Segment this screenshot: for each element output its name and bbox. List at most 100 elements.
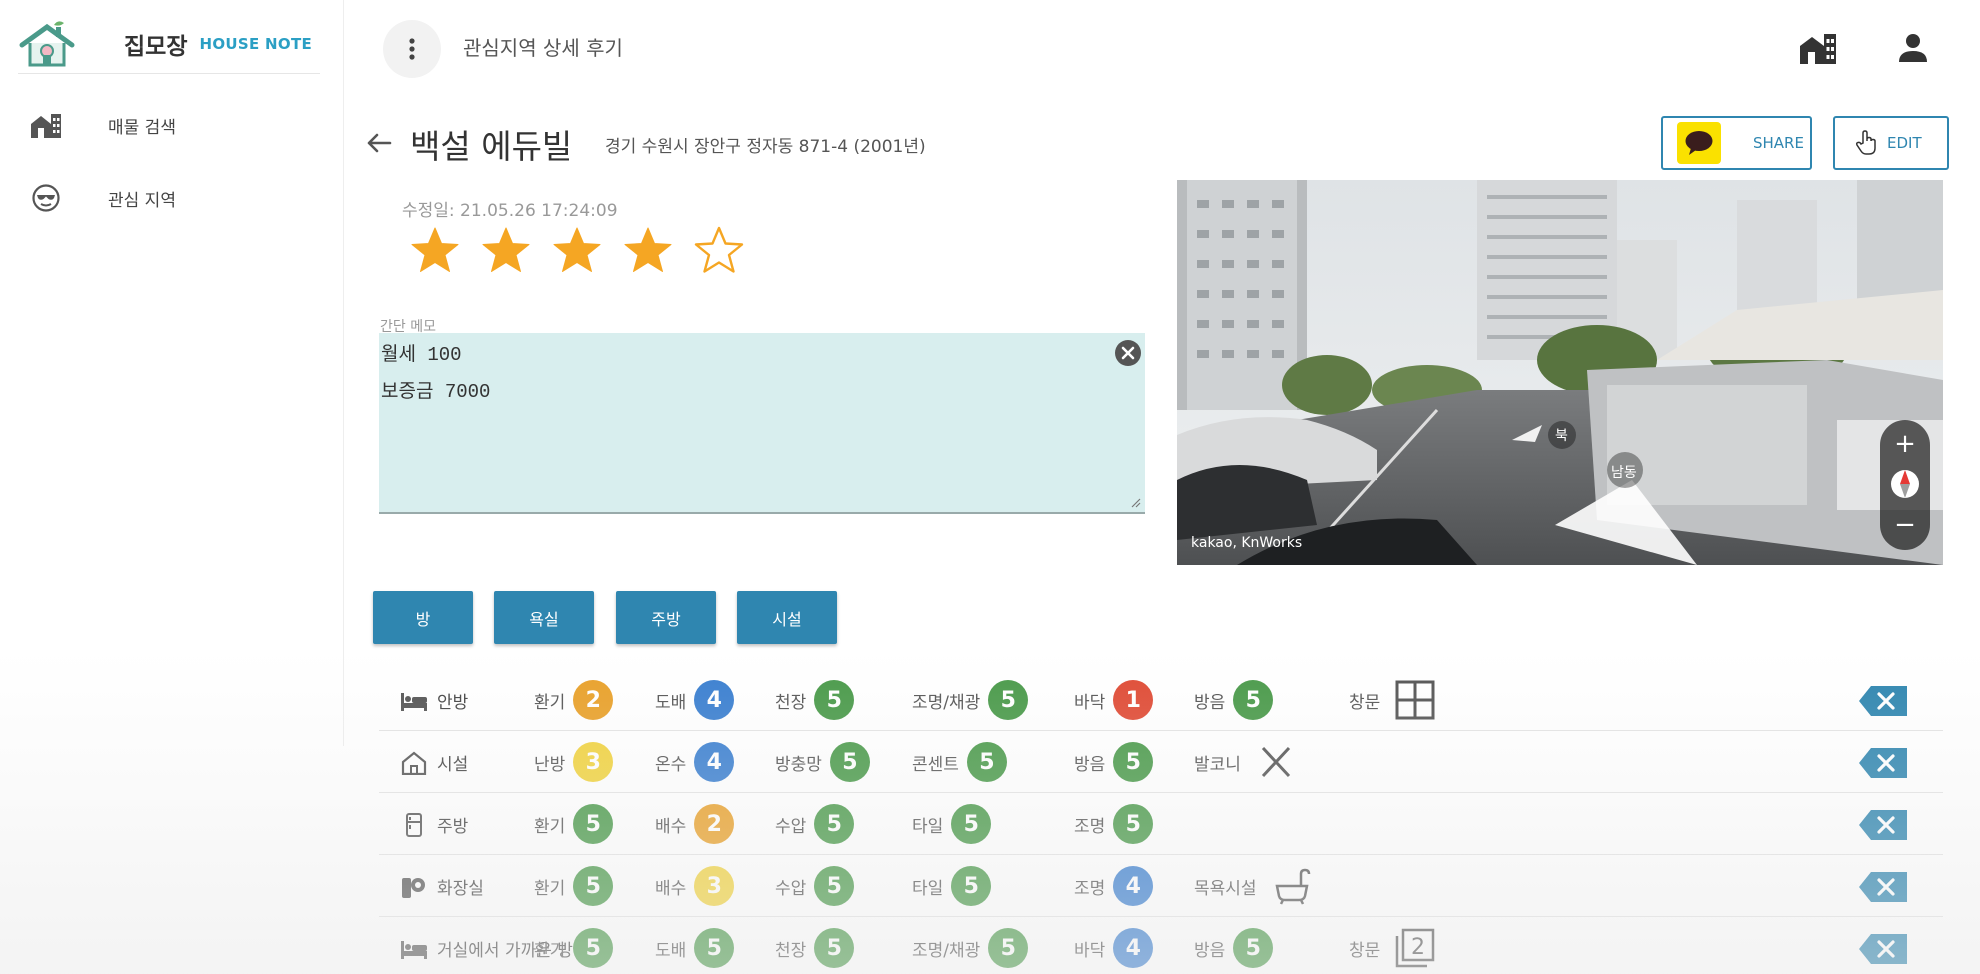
- star-filled-icon[interactable]: [550, 224, 604, 278]
- score-badge: 5: [814, 680, 855, 720]
- sunglasses-face-icon: [28, 180, 64, 216]
- street-view-direction-north[interactable]: 북: [1555, 425, 1568, 445]
- menu-button[interactable]: [383, 20, 441, 78]
- score-cell[interactable]: 환기 5: [534, 804, 614, 844]
- delete-row-icon[interactable]: [1857, 684, 1909, 718]
- score-cell[interactable]: 도배 4: [655, 680, 735, 720]
- category-room-button[interactable]: 방: [373, 591, 473, 644]
- score-badge: 4: [1113, 928, 1154, 968]
- star-empty-icon[interactable]: [692, 224, 746, 278]
- more-vertical-icon: [409, 38, 415, 60]
- house-logo-icon: [19, 21, 75, 67]
- delete-row-icon[interactable]: [1857, 932, 1909, 966]
- kakao-talk-icon: [1677, 122, 1721, 164]
- street-view-direction-southeast[interactable]: 남동: [1611, 462, 1637, 482]
- score-cell[interactable]: 창문: [1349, 680, 1436, 720]
- score-cell[interactable]: 천장 5: [775, 680, 855, 720]
- brand[interactable]: 집모장 HOUSE NOTE: [18, 14, 312, 74]
- svg-text:2: 2: [1411, 935, 1425, 960]
- score-badge: 5: [829, 742, 870, 782]
- score-cell[interactable]: 타일 5: [912, 866, 992, 906]
- score-cell[interactable]: 창문 2: [1349, 928, 1436, 968]
- zoom-in-button[interactable]: +: [1880, 424, 1930, 464]
- category-facility-button[interactable]: 시설: [737, 591, 837, 644]
- star-rating[interactable]: [408, 224, 763, 278]
- score-cell[interactable]: 방음 5: [1074, 742, 1154, 782]
- score-label: 환기: [534, 940, 566, 961]
- score-cell[interactable]: 타일 5: [912, 804, 992, 844]
- clear-icon[interactable]: [1114, 339, 1142, 367]
- memo-field: [379, 333, 1145, 514]
- score-badge: 5: [1233, 680, 1274, 720]
- score-cell[interactable]: 바닥 1: [1074, 680, 1154, 720]
- score-cell[interactable]: 도배 5: [655, 928, 735, 968]
- person-icon[interactable]: [1897, 30, 1929, 66]
- score-cell[interactable]: 콘센트 5: [912, 742, 1007, 782]
- score-badge: 5: [694, 928, 735, 968]
- table-row[interactable]: 화장실 환기 5 배수 3 수압 5 타일 5 조명 4 목욕시설: [379, 855, 1943, 917]
- share-button[interactable]: SHARE: [1661, 116, 1812, 170]
- building-icon[interactable]: [1798, 30, 1838, 66]
- category-bathroom-button[interactable]: 욕실: [494, 591, 594, 644]
- edit-label: EDIT: [1887, 134, 1922, 152]
- delete-row-icon[interactable]: [1857, 808, 1909, 842]
- score-cell[interactable]: 환기 2: [534, 680, 614, 720]
- sidebar: 집모장 HOUSE NOTE 매물 검색 관심 지역: [0, 0, 344, 746]
- score-cell[interactable]: 목욕시설: [1194, 868, 1313, 905]
- score-cell[interactable]: 조명 4: [1074, 866, 1154, 906]
- score-cell[interactable]: 수압 5: [775, 804, 855, 844]
- delete-row-icon[interactable]: [1857, 746, 1909, 780]
- sidebar-item-property-search[interactable]: 매물 검색: [0, 99, 344, 151]
- score-cell[interactable]: 환기 5: [534, 866, 614, 906]
- score-cell[interactable]: 수압 5: [775, 866, 855, 906]
- score-label: 환기: [534, 878, 566, 899]
- table-row[interactable]: 안방 환기 2 도배 4 천장 5 조명/채광 5 바닥 1 방음 5 창문: [379, 669, 1943, 731]
- memo-textarea[interactable]: [379, 333, 1109, 503]
- brand-name: 집모장: [124, 34, 188, 60]
- score-cell[interactable]: 조명 5: [1074, 804, 1154, 844]
- resize-handle-icon[interactable]: [1129, 496, 1141, 508]
- edit-button[interactable]: EDIT: [1833, 116, 1949, 170]
- street-view-panorama[interactable]: 북 남동 + − kakao, KnWorks: [1177, 180, 1943, 565]
- score-cell[interactable]: 바닥 4: [1074, 928, 1154, 968]
- home-icon: [400, 751, 428, 776]
- score-label: 조명/채광: [912, 692, 981, 713]
- score-label: 방음: [1074, 754, 1106, 775]
- zoom-out-button[interactable]: −: [1880, 508, 1930, 544]
- score-label: 천장: [775, 940, 807, 961]
- table-row[interactable]: 거실에서 가까운 방 환기 5 도배 5 천장 5 조명/채광 5 바닥 4 방음 5 창문 2: [379, 917, 1943, 974]
- back-arrow-icon[interactable]: [364, 128, 394, 158]
- page-title: 관심지역 상세 후기: [463, 36, 623, 60]
- table-row[interactable]: 시설 난방 3 온수 4 방충망 5 콘센트 5 방음 5 발코니: [379, 731, 1943, 793]
- star-filled-icon[interactable]: [408, 224, 462, 278]
- score-label: 발코니: [1194, 754, 1241, 775]
- sidebar-item-interest-area[interactable]: 관심 지역: [0, 172, 344, 224]
- score-cell[interactable]: 방음 5: [1194, 928, 1274, 968]
- score-cell[interactable]: 방음 5: [1194, 680, 1274, 720]
- category-kitchen-button[interactable]: 주방: [616, 591, 716, 644]
- score-cell[interactable]: 방충망 5: [775, 742, 870, 782]
- score-label: 난방: [534, 754, 566, 775]
- score-cell[interactable]: 천장 5: [775, 928, 855, 968]
- score-badge: 5: [814, 804, 855, 844]
- score-cell[interactable]: 배수 2: [655, 804, 735, 844]
- app-header: 관심지역 상세 후기: [345, 0, 1980, 90]
- delete-row-icon[interactable]: [1857, 870, 1909, 904]
- star-filled-icon[interactable]: [621, 224, 675, 278]
- row-name: 화장실: [437, 879, 484, 899]
- star-filled-icon[interactable]: [479, 224, 533, 278]
- table-row[interactable]: 주방 환기 5 배수 2 수압 5 타일 5 조명 5: [379, 793, 1943, 855]
- score-cell[interactable]: 조명/채광 5: [912, 680, 1029, 720]
- score-cell[interactable]: 발코니: [1194, 745, 1297, 779]
- score-cell[interactable]: 환기 5: [534, 928, 614, 968]
- score-cell[interactable]: 조명/채광 5: [912, 928, 1029, 968]
- compass-icon[interactable]: [1889, 466, 1921, 502]
- score-badge: 5: [988, 680, 1029, 720]
- x-mark-icon: [1255, 742, 1297, 782]
- score-cell[interactable]: 배수 3: [655, 866, 735, 906]
- score-label: 바닥: [1074, 692, 1106, 713]
- row-name: 안방: [437, 693, 469, 713]
- score-badge: 5: [1113, 742, 1154, 782]
- score-cell[interactable]: 난방 3: [534, 742, 614, 782]
- score-cell[interactable]: 온수 4: [655, 742, 735, 782]
